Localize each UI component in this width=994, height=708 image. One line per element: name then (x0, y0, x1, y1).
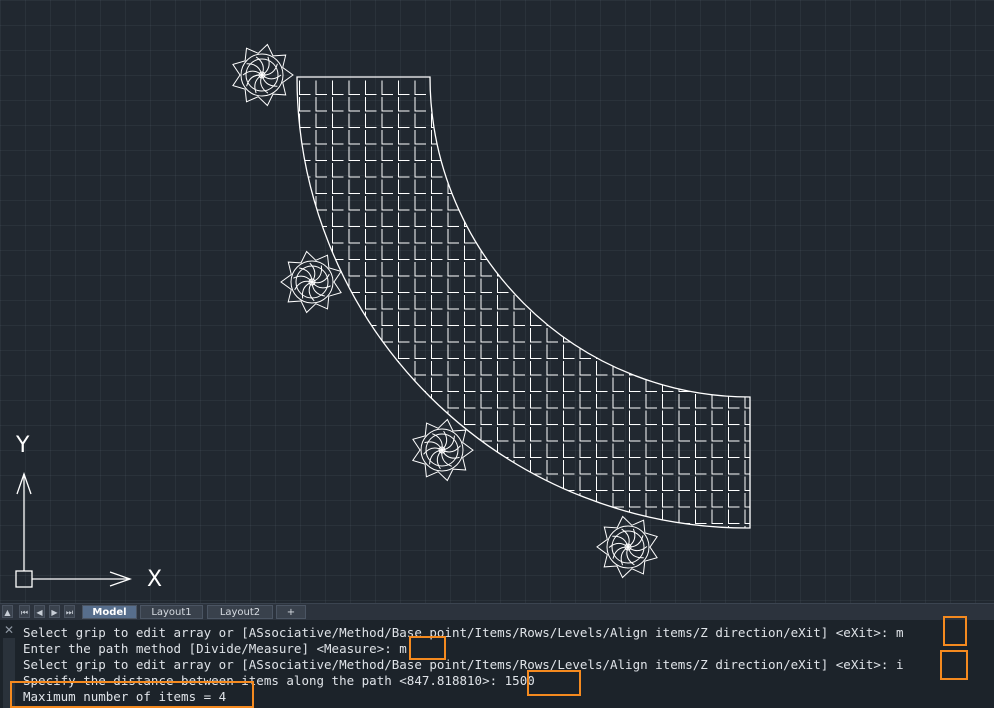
last-tab-icon[interactable]: ⏭ (64, 605, 75, 618)
command-line-window: ✕ Select grip to edit array or [ASsociat… (0, 616, 994, 708)
plant-symbol[interactable] (232, 43, 294, 107)
prev-tab-icon[interactable]: ◀ (34, 605, 45, 618)
cad-application-window: Y X ▲ ⏮ ◀ ▶ ⏭ Model Layout1 Layout2 + ✕ … (0, 0, 994, 708)
next-tab-icon[interactable]: ▶ (49, 605, 60, 618)
highlight-box (943, 616, 967, 646)
command-history-line: Select grip to edit array or [ASsociativ… (23, 625, 904, 640)
plant-symbol[interactable] (280, 250, 342, 314)
layout-tab-bar: ▲ ⏮ ◀ ▶ ⏭ Model Layout1 Layout2 + (0, 603, 994, 620)
curved-paving-path[interactable] (296, 76, 756, 540)
close-icon[interactable]: ✕ (2, 623, 16, 637)
ucs-x-axis-label: X (147, 567, 163, 592)
drawing-canvas[interactable] (0, 0, 994, 603)
highlight-box (940, 650, 968, 680)
tab-model[interactable]: Model (82, 605, 137, 619)
ucs-icon (15, 472, 132, 588)
plant-array[interactable] (232, 43, 658, 579)
highlight-box (527, 670, 581, 696)
command-line-grip[interactable] (3, 638, 15, 708)
command-history-line: Maximum number of items = 4 (23, 689, 227, 704)
tabs-menu-icon[interactable]: ▲ (2, 605, 13, 618)
plant-symbol[interactable] (411, 418, 474, 482)
plant-symbol[interactable] (596, 515, 658, 579)
command-history-line: Enter the path method [Divide/Measure] <… (23, 641, 407, 656)
tab-layout2[interactable]: Layout2 (207, 605, 273, 619)
tab-layout1[interactable]: Layout1 (140, 605, 203, 619)
add-layout-button[interactable]: + (276, 605, 306, 619)
command-history-line: Select grip to edit array or [ASsociativ… (23, 657, 904, 672)
drawing-viewport[interactable]: Y X (0, 0, 994, 603)
first-tab-icon[interactable]: ⏮ (19, 605, 30, 618)
ucs-y-axis-label: Y (16, 433, 30, 458)
command-history-line: Specify the distance between items along… (23, 673, 535, 688)
